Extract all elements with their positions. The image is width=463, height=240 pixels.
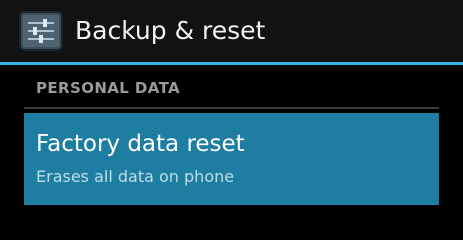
section-header-personal-data: PERSONAL DATA	[36, 79, 181, 97]
settings-sliders-icon[interactable]	[19, 11, 63, 51]
action-bar: Backup & reset	[0, 0, 463, 62]
settings-screen: Backup & reset PERSONAL DATA Factory dat…	[0, 0, 463, 218]
page-title: Backup & reset	[75, 16, 266, 45]
list-item-summary: Erases all data on phone	[36, 167, 235, 186]
list-item-title: Factory data reset	[36, 131, 245, 157]
action-bar-divider	[0, 62, 463, 65]
section-divider	[24, 107, 439, 109]
factory-data-reset-item[interactable]: Factory data reset Erases all data on ph…	[24, 113, 439, 205]
